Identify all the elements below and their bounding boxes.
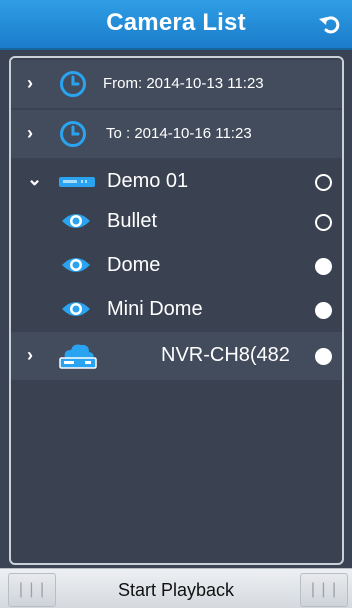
select-radio[interactable]	[315, 214, 332, 231]
chevron-right-icon[interactable]: ›	[27, 345, 43, 365]
camera-label: Mini Dome	[107, 298, 203, 320]
start-playback-button[interactable]: Start Playback	[56, 573, 296, 607]
eye-icon	[61, 254, 91, 281]
clock-icon	[59, 120, 87, 153]
to-date-label: To : 2014-10-16 11:23	[106, 125, 252, 142]
eye-icon	[61, 210, 91, 237]
left-scroll-handle[interactable]: | | |	[8, 573, 56, 607]
list-item-camera-mini-dome[interactable]: Mini Dome	[11, 286, 342, 334]
page-title: Camera List	[106, 9, 246, 36]
dvr-device-icon	[59, 175, 95, 193]
chevron-right-icon[interactable]: ›	[27, 73, 43, 93]
list-item-from[interactable]: › From: 2014-10-13 11:23	[11, 60, 342, 108]
from-date-label: From: 2014-10-13 11:23	[103, 75, 264, 92]
select-radio[interactable]	[315, 348, 332, 365]
cloud-nvr-icon	[59, 342, 97, 375]
device-label: Demo 01	[107, 170, 189, 192]
right-scroll-handle[interactable]: | | |	[300, 573, 348, 607]
eye-icon	[61, 298, 91, 325]
list-item-camera-dome[interactable]: Dome	[11, 242, 342, 290]
clock-icon	[59, 70, 87, 103]
camera-label: Dome	[107, 254, 161, 276]
list-item-to[interactable]: › To : 2014-10-16 11:23	[11, 110, 342, 158]
bottom-toolbar: | | | Start Playback | | |	[0, 568, 352, 608]
undo-icon[interactable]	[316, 10, 344, 38]
select-radio[interactable]	[315, 302, 332, 319]
device-label: NVR-CH8(482	[161, 344, 290, 366]
title-bar: Camera List	[0, 0, 352, 50]
chevron-down-icon[interactable]: ⌄	[27, 169, 43, 189]
chevron-right-icon[interactable]: ›	[27, 123, 43, 143]
select-radio[interactable]	[315, 174, 332, 191]
camera-label: Bullet	[107, 210, 158, 232]
list-item-device-nvr[interactable]: › NVR-CH8(482	[11, 332, 342, 380]
list-item-camera-bullet[interactable]: Bullet	[11, 198, 342, 246]
select-radio[interactable]	[315, 258, 332, 275]
camera-list-panel: › From: 2014-10-13 11:23 › To : 2014-10-…	[9, 56, 344, 565]
